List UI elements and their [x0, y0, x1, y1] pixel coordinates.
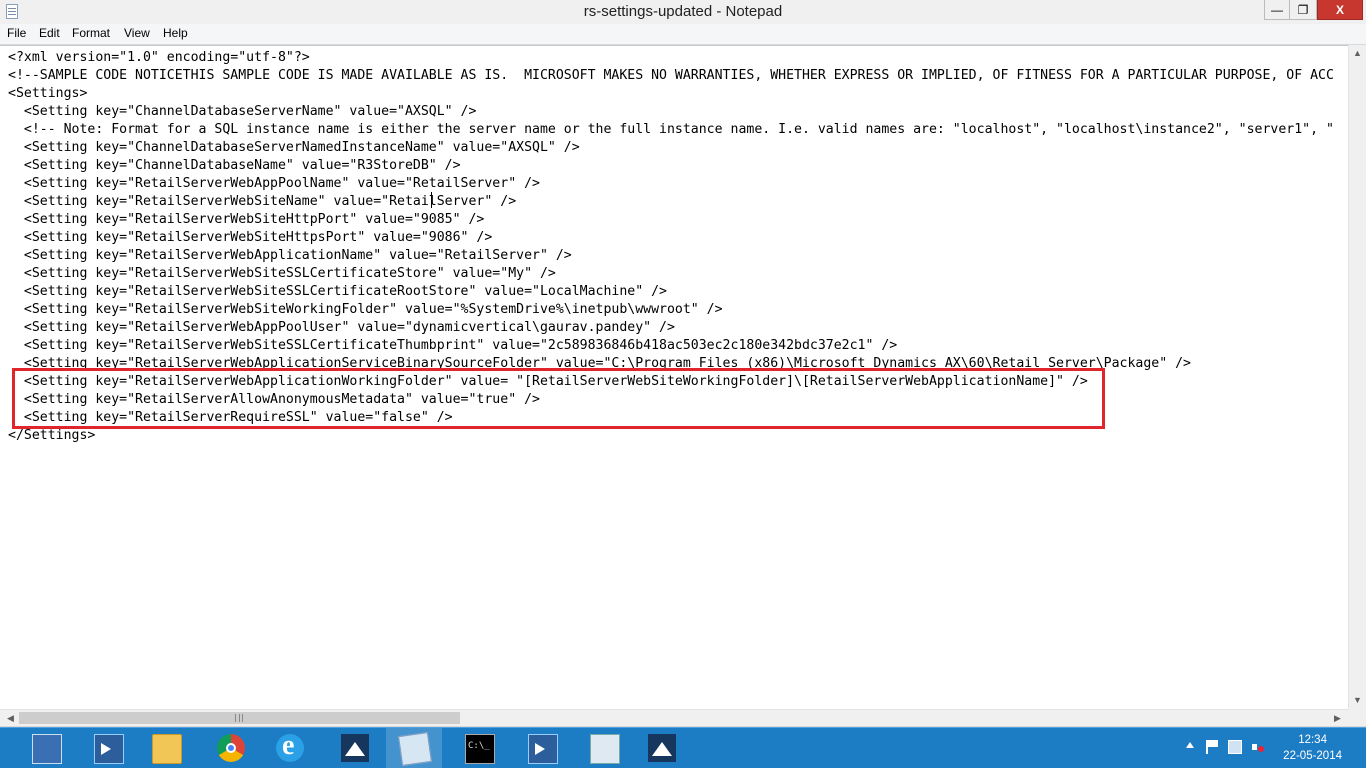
text-line: <Settings> — [8, 86, 88, 101]
window-title: rs-settings-updated - Notepad — [583, 3, 783, 20]
taskbar-server-tools[interactable] — [576, 728, 632, 768]
system-tray: 12:34 22-05-2014 — [1166, 728, 1366, 768]
text-line: <Setting key="RetailServerWebAppPoolUser… — [8, 320, 675, 335]
powershell-icon — [528, 734, 558, 764]
menu-format[interactable]: Format — [72, 26, 110, 40]
notepad-icon — [398, 732, 432, 766]
text-line: <!--SAMPLE CODE NOTICETHIS SAMPLE CODE I… — [8, 68, 1334, 83]
menu-edit[interactable]: Edit — [39, 26, 60, 40]
chrome-icon — [217, 734, 245, 762]
menu-help[interactable]: Help — [163, 26, 188, 40]
text-line: <Setting key="RetailServerWebSiteSSLCert… — [8, 266, 556, 281]
taskbar-file-explorer[interactable] — [138, 728, 194, 768]
clock-date: 22-05-2014 — [1283, 750, 1342, 762]
powershell-icon — [94, 734, 124, 764]
text-caret — [431, 192, 432, 208]
scroll-right-arrow-icon[interactable]: ▶ — [1329, 710, 1346, 726]
network-icon[interactable] — [1228, 740, 1242, 754]
horizontal-scrollbar[interactable]: ◀ ▶ — [0, 709, 1348, 726]
maximize-button[interactable]: ❐ — [1290, 0, 1317, 20]
text-line: <Setting key="RetailServerWebSiteName" v… — [8, 194, 517, 209]
scroll-down-arrow-icon[interactable]: ▼ — [1349, 692, 1366, 709]
show-hidden-icons-icon[interactable] — [1186, 742, 1194, 748]
menu-file[interactable]: File — [7, 26, 26, 40]
vertical-scrollbar[interactable]: ▲ ▼ — [1348, 45, 1366, 709]
dynamics-ax-icon — [341, 734, 369, 762]
scroll-up-arrow-icon[interactable]: ▲ — [1349, 45, 1366, 62]
text-line: <Setting key="RetailServerWebAppPoolName… — [8, 176, 540, 191]
file-explorer-icon — [152, 734, 182, 764]
taskbar-dynamics-ax[interactable] — [327, 728, 383, 768]
text-line: <?xml version="1.0" encoding="utf-8"?> — [8, 50, 310, 65]
taskbar-powershell[interactable] — [80, 728, 136, 768]
dynamics-ax-icon — [648, 734, 676, 762]
internet-explorer-icon — [276, 730, 304, 762]
minimize-button[interactable]: — — [1264, 0, 1290, 20]
text-line: <Setting key="RetailServerWebSiteHttpPor… — [8, 212, 485, 227]
server-tools-icon — [590, 734, 620, 764]
clock-time: 12:34 — [1298, 734, 1327, 746]
taskbar: 12:34 22-05-2014 — [0, 727, 1366, 768]
text-line: <Setting key="RetailServerWebSiteSSLCert… — [8, 338, 898, 353]
menu-bar: File Edit Format View Help — [0, 24, 1366, 44]
text-line: <Setting key="RetailServerWebSiteWorking… — [8, 302, 723, 317]
taskbar-chrome[interactable] — [203, 728, 259, 768]
taskbar-server-manager[interactable] — [18, 728, 74, 768]
text-line: <Setting key="ChannelDatabaseServerNamed… — [8, 140, 580, 155]
text-line: <Setting key="RetailServerWebSiteSSLCert… — [8, 284, 667, 299]
size-grip — [1348, 709, 1366, 726]
text-line: </Settings> — [8, 428, 96, 443]
taskbar-command-prompt[interactable] — [451, 728, 507, 768]
taskbar-powershell-2[interactable] — [514, 728, 570, 768]
title-bar: rs-settings-updated - Notepad — ❐ X — [0, 0, 1366, 25]
server-manager-icon — [32, 734, 62, 764]
volume-muted-icon[interactable] — [1252, 740, 1266, 754]
clock[interactable]: 12:34 22-05-2014 — [1283, 732, 1342, 764]
text-line: <Setting key="ChannelDatabaseName" value… — [8, 158, 461, 173]
horizontal-scroll-thumb[interactable] — [19, 712, 460, 724]
text-editor[interactable]: <?xml version="1.0" encoding="utf-8"?> <!… — [0, 45, 1348, 710]
action-center-flag-icon[interactable] — [1206, 740, 1222, 754]
close-button[interactable]: X — [1317, 0, 1363, 20]
taskbar-internet-explorer[interactable] — [262, 728, 318, 768]
text-line: <Setting key="ChannelDatabaseServerName"… — [8, 104, 477, 119]
scroll-left-arrow-icon[interactable]: ◀ — [2, 710, 19, 726]
text-line: <Setting key="RetailServerWebApplication… — [8, 248, 572, 263]
menu-view[interactable]: View — [124, 26, 150, 40]
grip-icon — [235, 714, 243, 722]
highlight-annotation-box — [12, 368, 1105, 429]
command-prompt-icon — [465, 734, 495, 764]
text-line: <Setting key="RetailServerWebSiteHttpsPo… — [8, 230, 493, 245]
taskbar-notepad[interactable] — [386, 728, 442, 768]
text-line: <!-- Note: Format for a SQL instance nam… — [8, 122, 1334, 137]
taskbar-dynamics-ax-2[interactable] — [634, 728, 690, 768]
